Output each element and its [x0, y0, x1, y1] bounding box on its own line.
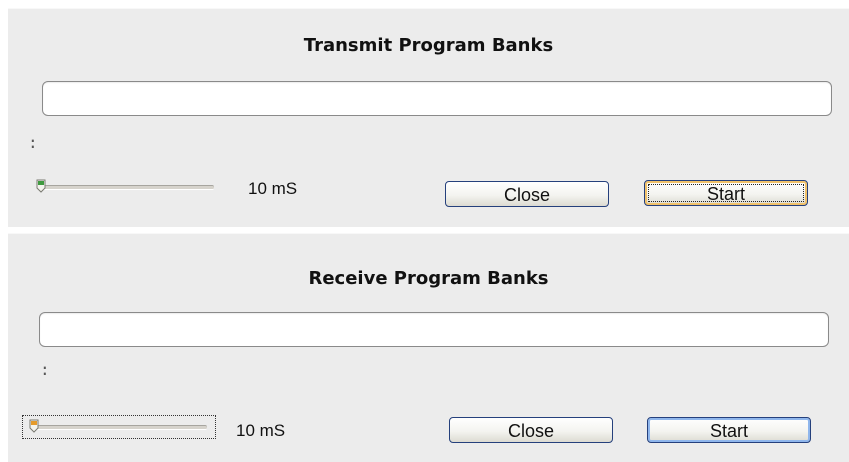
receive-close-label: Close	[507, 421, 555, 441]
transmit-progress-bar	[42, 81, 832, 116]
receive-title: Receive Program Banks	[308, 268, 549, 289]
transmit-close-button[interactable]: Close	[445, 181, 609, 207]
slider-thumb-icon[interactable]	[29, 419, 39, 433]
transmit-title: Transmit Program Banks	[303, 35, 554, 56]
receive-delay-slider[interactable]	[22, 415, 216, 439]
transmit-delay-slider[interactable]	[30, 176, 222, 198]
receive-start-label: Start	[709, 421, 748, 441]
transmit-delay-value: 10 mS	[248, 179, 298, 198]
receive-close-button[interactable]: Close	[449, 417, 613, 443]
transmit-start-label: Start	[706, 184, 745, 204]
receive-slider-track	[31, 425, 207, 430]
transmit-status-text: :	[28, 133, 38, 152]
slider-thumb-icon[interactable]	[36, 179, 46, 193]
transmit-dialog: Transmit Program Banks : 10 mS Close Sta…	[8, 8, 849, 227]
transmit-slider-track	[38, 185, 214, 190]
receive-dialog: Receive Program Banks : 10 mS Close Star…	[8, 233, 849, 462]
receive-progress-bar	[39, 312, 829, 347]
receive-start-button[interactable]: Start	[647, 417, 811, 443]
receive-delay-value: 10 mS	[236, 421, 286, 440]
transmit-start-button[interactable]: Start	[644, 180, 808, 206]
receive-status-text: :	[40, 360, 50, 379]
transmit-close-label: Close	[503, 185, 551, 205]
